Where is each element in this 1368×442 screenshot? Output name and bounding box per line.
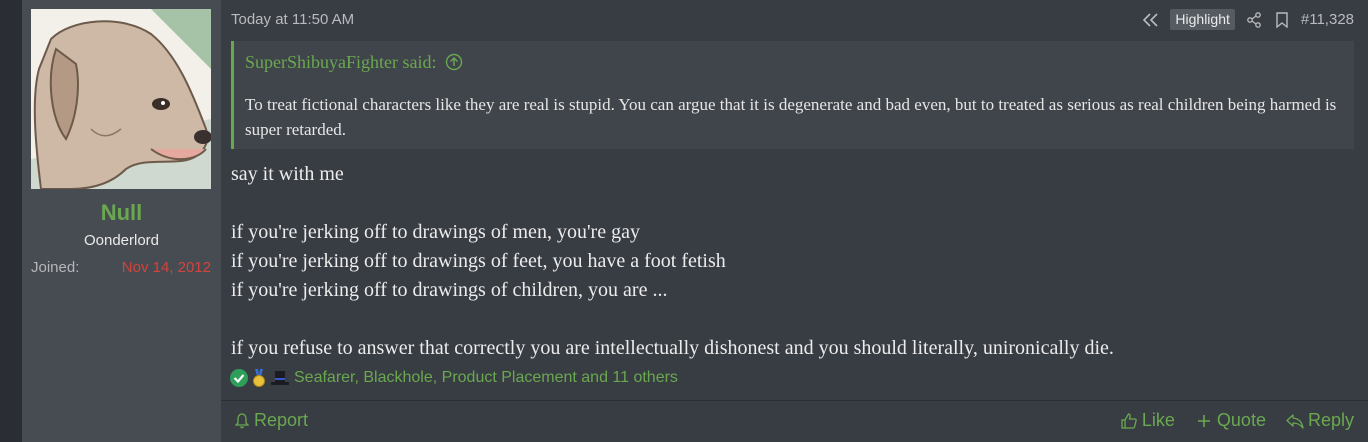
page-gutter [0,0,22,442]
quote-header: SuperShibuyaFighter said: [234,41,1354,83]
dog-avatar-icon [31,9,211,189]
share-icon[interactable] [1245,11,1263,29]
message-line: say it with me [231,163,344,185]
plus-icon [1195,412,1213,430]
medal-icon[interactable] [250,369,268,387]
report-label: Report [254,410,309,430]
message-line [231,189,1351,218]
reply-arrow-icon [1286,412,1304,430]
message-line: if you're jerking off to drawings of chi… [231,279,668,301]
report-button[interactable]: Report [233,410,308,431]
footer-actions: Like Quote Reply [1120,410,1354,431]
username[interactable]: Null [22,200,221,226]
post-footer: Report Like Quote Reply [221,400,1368,442]
bookmark-icon[interactable] [1273,11,1291,29]
like-label: Like [1141,410,1175,430]
rewind-icon[interactable] [1142,11,1160,29]
reply-label: Reply [1307,410,1354,430]
bell-icon [233,412,251,430]
message-line: if you refuse to answer that correctly y… [231,337,1114,359]
quote-label: Quote [1216,410,1266,430]
post-main: Today at 11:50 AM Highlight #11,328 Supe… [221,0,1368,442]
reply-button[interactable]: Reply [1286,410,1354,431]
like-button[interactable]: Like [1120,410,1175,431]
joined-date: Nov 14, 2012 [121,259,211,276]
quote-text: To treat fictional characters like they … [245,95,1337,139]
post-header-actions: Highlight #11,328 [1142,9,1354,30]
user-info-panel: Null Oonderlord Joined: Nov 14, 2012 [22,0,221,442]
arrow-up-circle-icon[interactable] [445,53,463,71]
reactions-bar: Seafarer, Blackhole, Product Placement a… [230,369,678,387]
quote-author[interactable]: SuperShibuyaFighter said: [245,52,437,73]
quote-block: SuperShibuyaFighter said: To treat ficti… [231,41,1354,149]
check-icon[interactable] [230,369,248,387]
joined-label: Joined: [31,259,80,276]
reactions-list[interactable]: Seafarer, Blackhole, Product Placement a… [294,369,678,387]
quote-button[interactable]: Quote [1195,410,1266,431]
message-line [231,305,1351,334]
forum-post: Null Oonderlord Joined: Nov 14, 2012 Tod… [22,0,1368,442]
message-line: if you're jerking off to drawings of men… [231,221,640,243]
top-hat-icon[interactable] [270,369,289,387]
user-title: Oonderlord [83,232,160,249]
message-body: say it with me if you're jerking off to … [231,160,1351,363]
thumbs-up-icon [1120,412,1138,430]
post-number-link[interactable]: #11,328 [1301,11,1354,28]
post-timestamp[interactable]: Today at 11:50 AM [231,11,354,28]
highlight-button[interactable]: Highlight [1170,9,1235,30]
avatar[interactable] [31,9,211,189]
message-line: if you're jerking off to drawings of fee… [231,250,726,272]
